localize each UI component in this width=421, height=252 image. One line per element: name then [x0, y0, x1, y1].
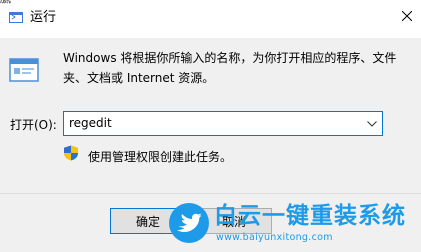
run-program-icon: [9, 58, 39, 82]
top-fragment-text: 腻: [0, 0, 11, 4]
open-label: 打开(O):: [10, 118, 57, 132]
admin-note: 使用管理权限创建此任务。: [88, 150, 233, 164]
shield-icon: [64, 145, 78, 161]
title-bar: 腻 运行: [0, 0, 421, 38]
watermark-url: www.baiyunxitong.com: [216, 232, 333, 243]
description-text: Windows 将根据你所输入的名称，为你打开相应的程序、文件夹、文档或 Int…: [63, 51, 397, 85]
open-combobox[interactable]: regedit: [63, 111, 383, 136]
watermark-bird-icon: [169, 203, 209, 243]
run-dialog: 腻 运行 Windows 将根据你所输入的名称，为你打开相应的程序、文件夹、文档…: [0, 0, 421, 252]
dropdown-button[interactable]: [362, 112, 382, 135]
close-button[interactable]: [393, 0, 421, 32]
close-icon: [402, 11, 412, 21]
chevron-down-icon: [367, 120, 377, 127]
run-app-icon: [9, 12, 23, 23]
command-input[interactable]: regedit: [69, 116, 112, 130]
window-title: 运行: [30, 10, 57, 25]
watermark-title: 白云一键重装系统: [214, 203, 406, 229]
